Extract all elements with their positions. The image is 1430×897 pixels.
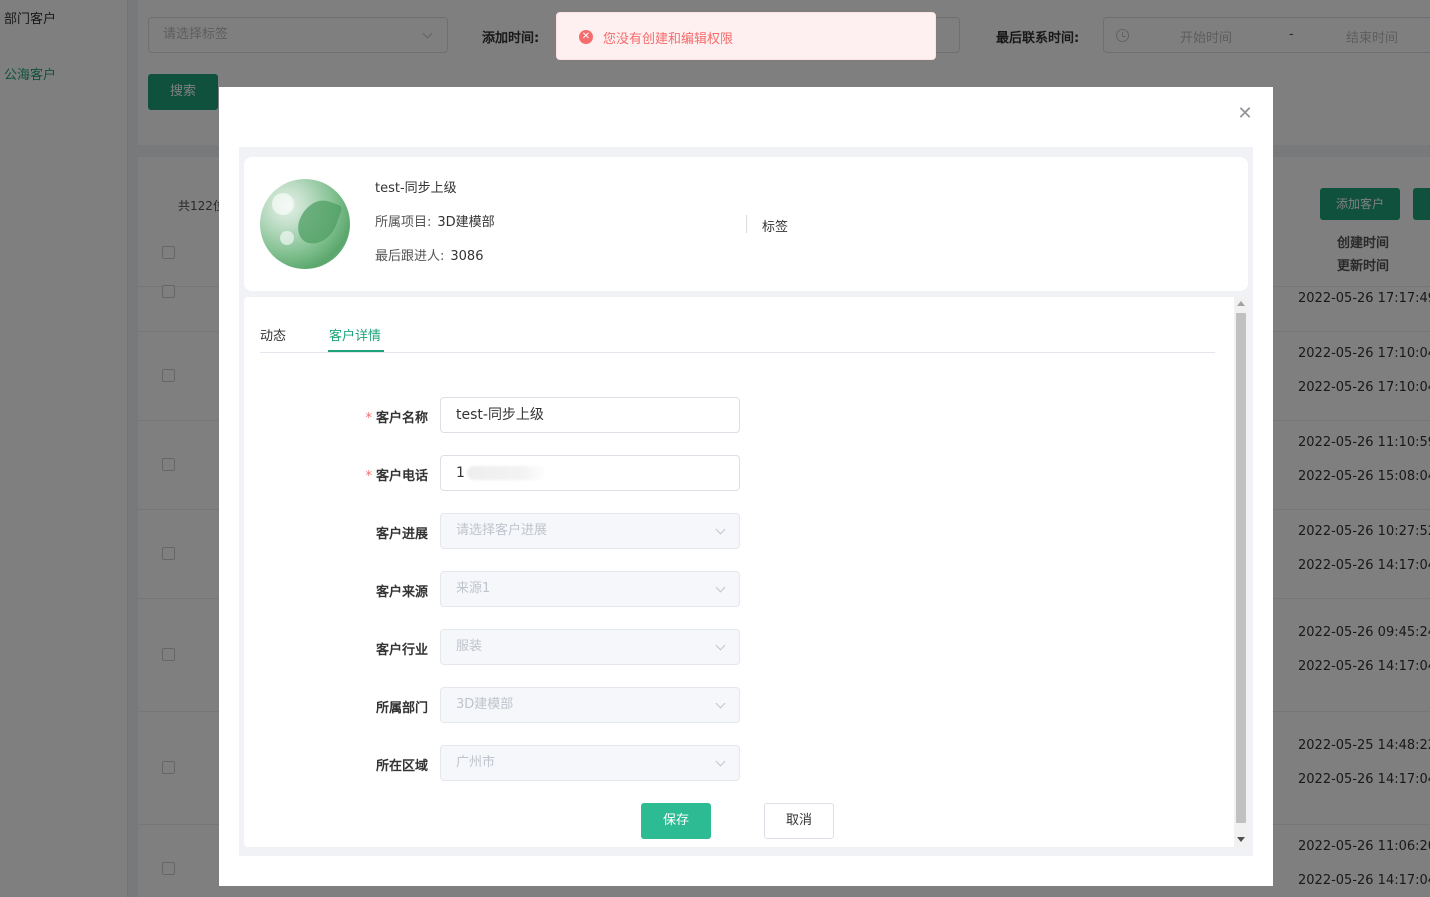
customer-industry-select[interactable]: 服装 (440, 629, 740, 665)
toast-message: 您没有创建和编辑权限 (603, 32, 734, 47)
customer-source-select[interactable]: 来源1 (440, 571, 740, 607)
panel-scrollbar[interactable] (1234, 297, 1248, 847)
scrollbar-thumb[interactable] (1236, 313, 1246, 823)
tab-bar: 动态 客户详情 (260, 297, 1215, 353)
project-label: 所属项目: (375, 215, 432, 230)
divider (746, 215, 747, 233)
chevron-down-icon (715, 756, 726, 767)
close-icon[interactable]: ✕ (1237, 105, 1253, 123)
form-row-customer-industry: 客户行业 服装 (244, 629, 1144, 665)
detail-panel: 动态 客户详情 * 客户名称 test-同步上级 * 客户电话 1 客户进展 请选择… (244, 297, 1248, 847)
customer-name-input[interactable]: test-同步上级 (440, 397, 740, 433)
form-row-customer-source: 客户来源 来源1 (244, 571, 1144, 607)
permission-error-toast: ✕ 您没有创建和编辑权限 (556, 12, 936, 60)
chevron-down-icon (715, 524, 726, 535)
tab-activity[interactable]: 动态 (260, 325, 286, 344)
customer-detail-dialog: ✕ test-同步上级 所属项目: 3D建模部 最后跟进人: 3086 标签 动态 … (219, 87, 1273, 886)
phone-value: 1 (456, 465, 465, 481)
follower-info: 最后跟进人: 3086 (375, 245, 483, 264)
required-mark: * (365, 411, 372, 426)
follower-label: 最后跟进人: (375, 249, 445, 264)
redacted-phone (466, 466, 547, 480)
tab-customer-details[interactable]: 客户详情 (329, 325, 381, 344)
scroll-up-icon[interactable] (1237, 301, 1245, 306)
customer-name: test-同步上级 (375, 181, 457, 196)
region-label: 所在区域 (375, 759, 428, 774)
tag-label: 标签 (762, 220, 789, 235)
department-select[interactable]: 3D建模部 (440, 687, 740, 723)
chevron-down-icon (715, 640, 726, 651)
chevron-down-icon (715, 582, 726, 593)
region-select[interactable]: 广州市 (440, 745, 740, 781)
customer-industry-label: 客户行业 (375, 643, 428, 658)
save-button[interactable]: 保存 (641, 803, 711, 839)
customer-phone-label: * 客户电话 (365, 469, 428, 484)
department-label: 所属部门 (375, 701, 428, 716)
required-mark: * (365, 469, 372, 484)
form-row-department: 所属部门 3D建模部 (244, 687, 1144, 723)
form-row-region: 所在区域 广州市 (244, 745, 1144, 781)
avatar (260, 179, 350, 269)
customer-phone-input[interactable]: 1 (440, 455, 740, 491)
chevron-down-icon (715, 698, 726, 709)
customer-progress-label: 客户进展 (375, 527, 428, 542)
form-row-customer-progress: 客户进展 请选择客户进展 (244, 513, 1144, 549)
error-circle-icon: ✕ (579, 30, 593, 44)
dialog-body: test-同步上级 所属项目: 3D建模部 最后跟进人: 3086 标签 动态 客户… (239, 147, 1253, 856)
customer-name-label: * 客户名称 (365, 411, 428, 426)
cancel-button[interactable]: 取消 (764, 803, 834, 839)
scroll-down-icon[interactable] (1237, 837, 1245, 842)
tab-active-indicator (328, 350, 384, 352)
form-row-customer-phone: * 客户电话 1 (244, 455, 1144, 491)
project-value: 3D建模部 (437, 215, 495, 230)
project-info: 所属项目: 3D建模部 (375, 211, 495, 230)
customer-source-label: 客户来源 (375, 585, 428, 600)
follower-value: 3086 (450, 249, 484, 264)
form-row-customer-name: * 客户名称 test-同步上级 (244, 397, 1144, 433)
customer-profile-card: test-同步上级 所属项目: 3D建模部 最后跟进人: 3086 标签 (244, 157, 1248, 291)
customer-progress-select[interactable]: 请选择客户进展 (440, 513, 740, 549)
